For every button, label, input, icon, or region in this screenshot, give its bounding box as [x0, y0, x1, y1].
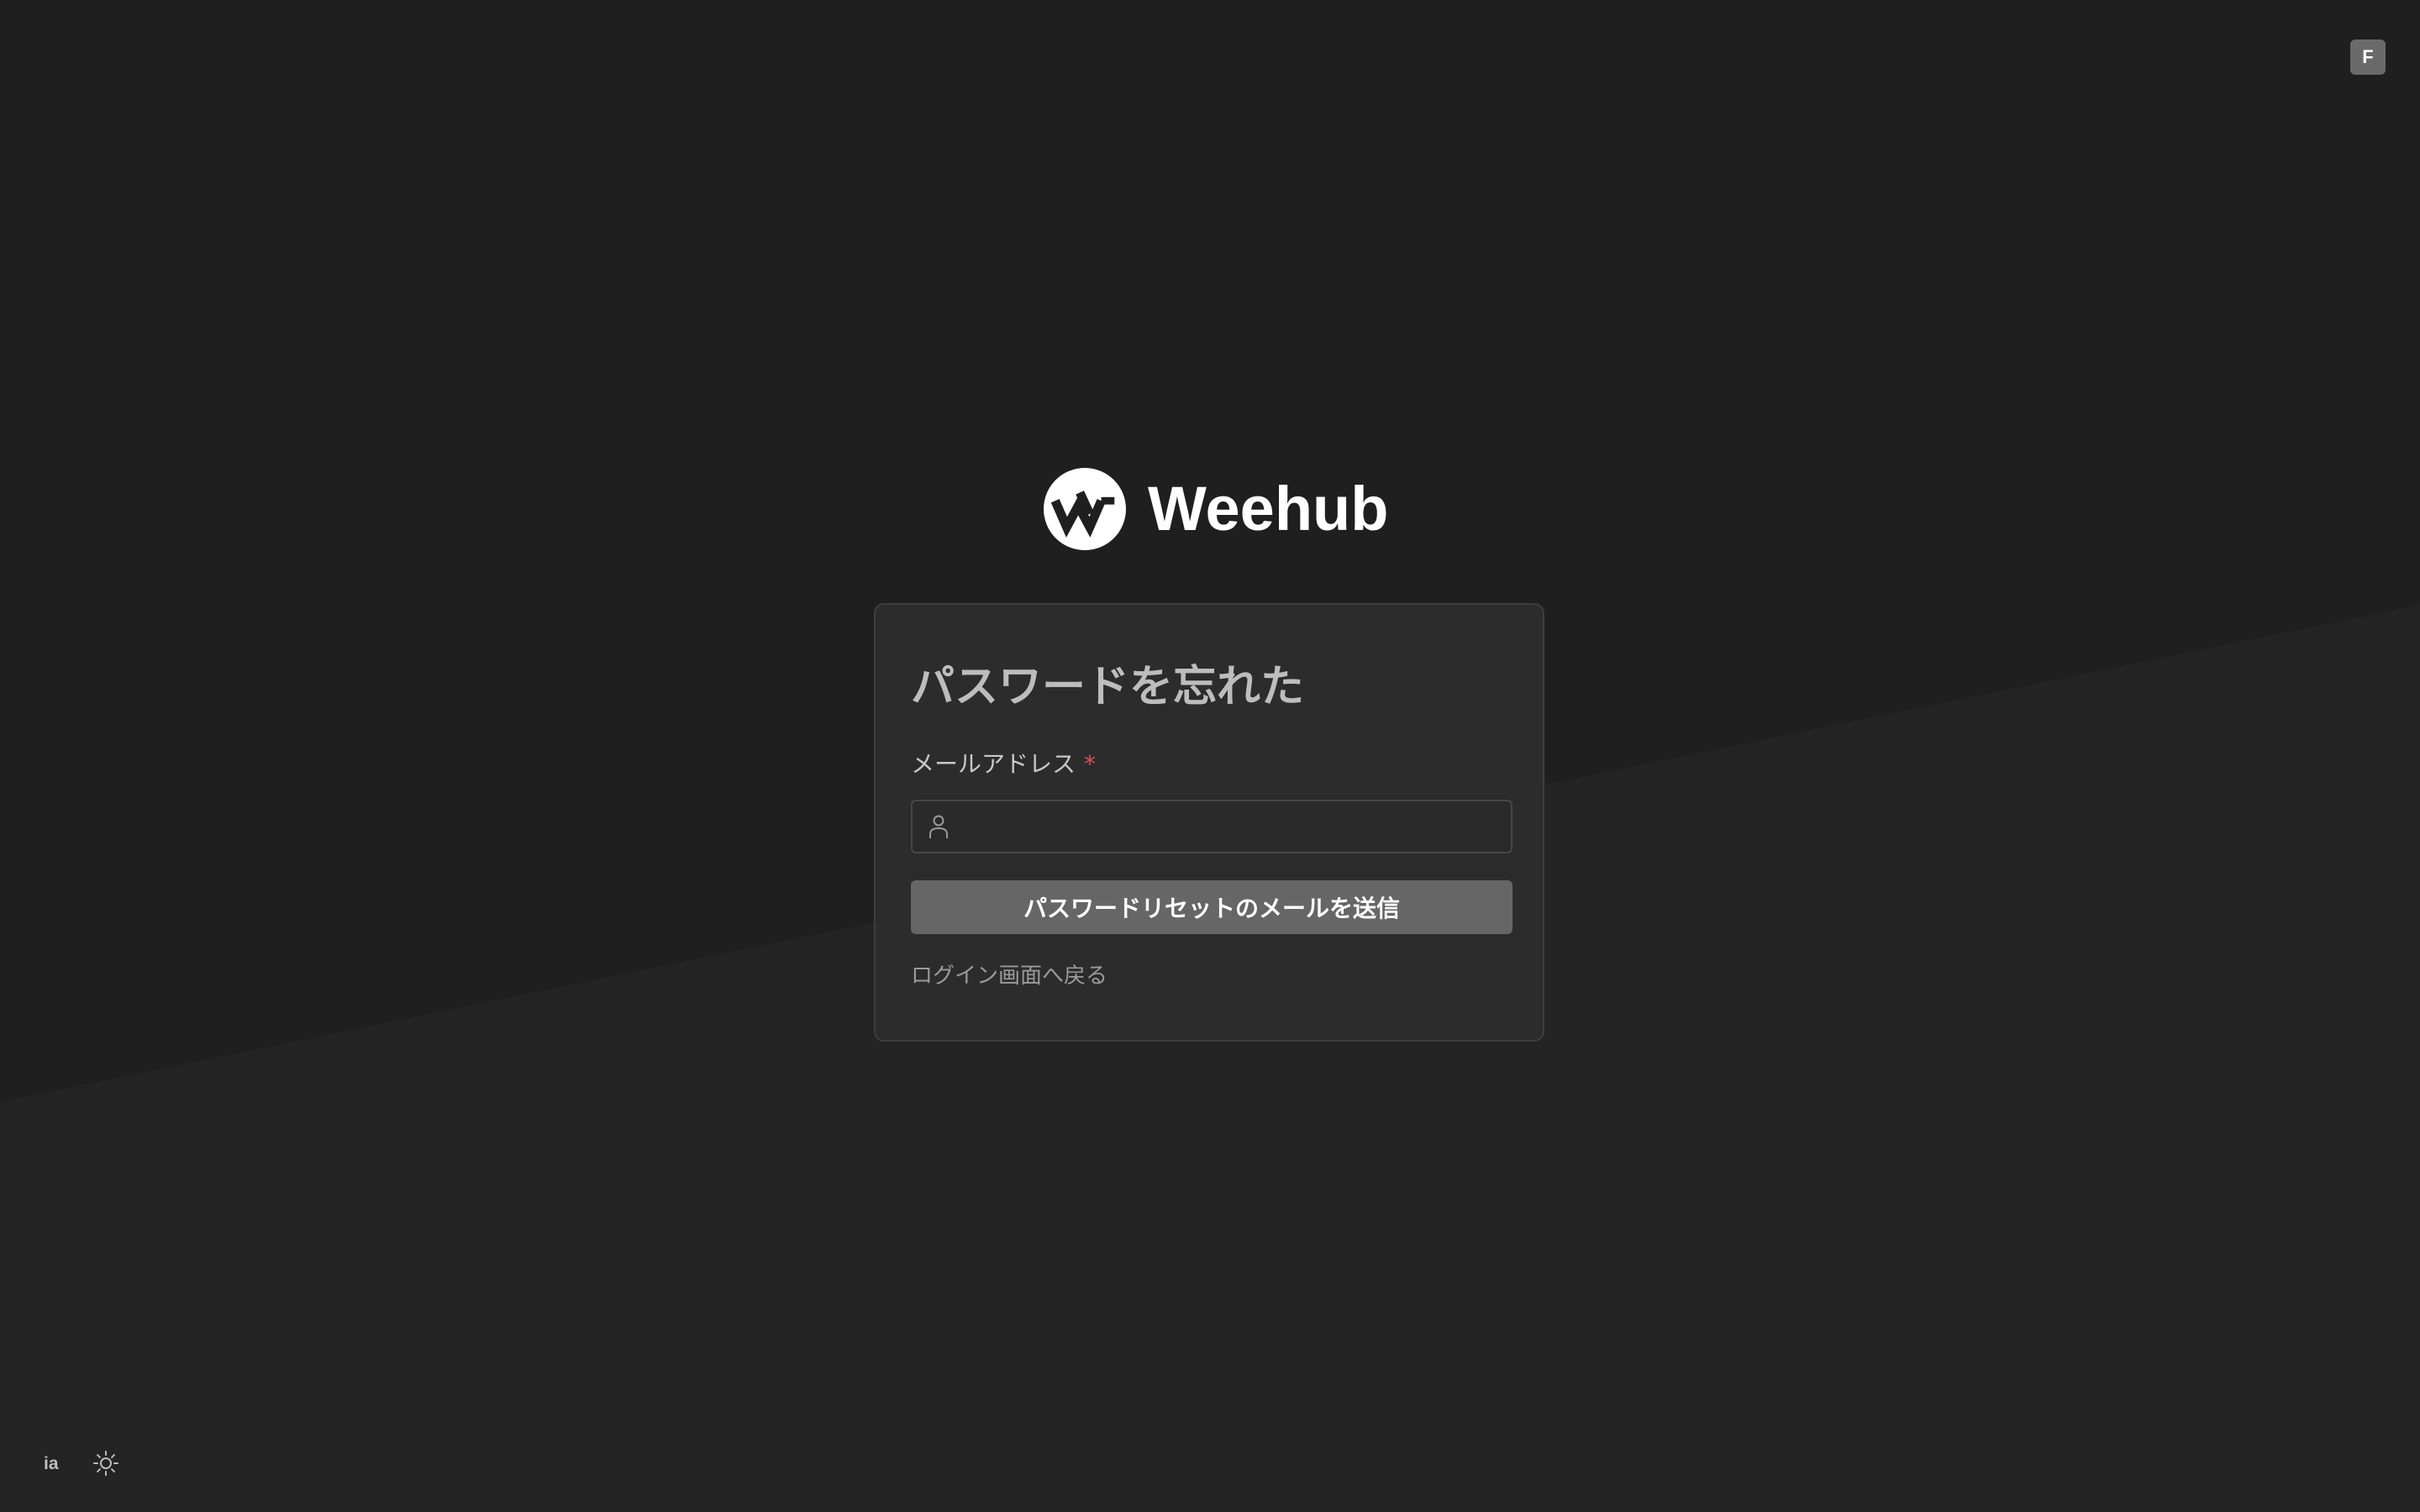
required-marker: *: [1084, 750, 1097, 778]
language-toggle[interactable]: ia: [44, 1452, 59, 1477]
email-label-text: メールアドレス: [911, 750, 1076, 778]
sun-icon[interactable]: [92, 1450, 119, 1477]
weehub-logo-icon: [1044, 468, 1126, 550]
brand-name: Weehub: [1148, 474, 1389, 543]
back-to-login-link[interactable]: ログイン画面へ戻る: [911, 959, 1107, 993]
email-input[interactable]: [950, 801, 1511, 852]
user-avatar-button[interactable]: F: [2350, 39, 2386, 75]
brand-header: Weehub: [1044, 467, 1388, 551]
user-icon: [929, 815, 948, 838]
forgot-password-page: F Weehub パスワードを忘れた メールアドレス * パスワードリセットのメー…: [0, 0, 2420, 1512]
email-input-wrapper[interactable]: [911, 800, 1512, 853]
forgot-password-card: パスワードを忘れた メールアドレス * パスワードリセットのメールを送信 ログイン…: [874, 603, 1544, 1042]
email-label: メールアドレス *: [911, 748, 1096, 781]
page-title: パスワードを忘れた: [911, 662, 1305, 712]
send-reset-email-button[interactable]: パスワードリセットのメールを送信: [911, 880, 1512, 934]
